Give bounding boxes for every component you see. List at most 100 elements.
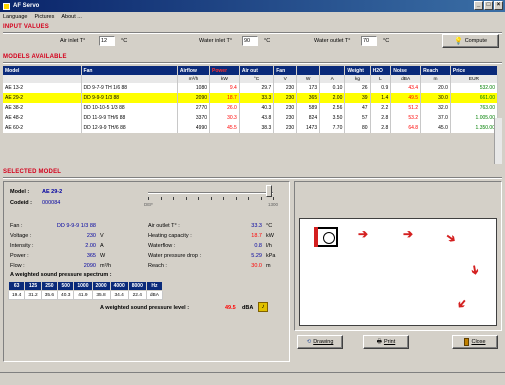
slider-tick (260, 197, 262, 200)
table-row[interactable]: AE 29-2 DD 9-9-9 1/3 88 2090 18.7 33.3 230 365… (3, 93, 499, 103)
col-header[interactable]: Price (450, 66, 499, 75)
field-value: 30.0 (251, 263, 262, 269)
field-label: Heating capacity : (148, 233, 192, 239)
table-cell: AE 60-2 (3, 123, 82, 133)
col-header[interactable]: Airflow (177, 66, 211, 75)
table-cell: 230 (273, 123, 298, 133)
slider-tick (173, 197, 174, 200)
slider-max-label: 1300 (268, 202, 279, 207)
table-row[interactable]: AE 48-2 DD 11-9-9 TH/6 88 3370 30.3 43.8 230 8… (3, 113, 499, 123)
air-inlet-label: Air inlet T° (60, 38, 86, 44)
table-cell: 2.2 (370, 103, 392, 113)
table-cell: 26.0 (209, 103, 240, 113)
table-cell: 230 (273, 83, 298, 93)
title-bar: AF Servo _ □ × (0, 0, 505, 12)
col-header[interactable]: Reach (420, 66, 451, 75)
field-unit: kPa (266, 253, 276, 259)
print-label: Print (383, 339, 396, 345)
reach-slider-thumb[interactable] (266, 185, 273, 197)
table-row[interactable]: AE 38-2 DD 10-10-5 1/3 88 2770 26.0 40.3 230 5… (3, 103, 499, 113)
table-cell: 1473 (296, 123, 321, 133)
divider (3, 32, 502, 34)
field-label: Flow : (10, 263, 25, 269)
speaker-icon[interactable]: ♪ (258, 302, 268, 312)
table-cell: 20.0 (420, 83, 451, 93)
col-header[interactable]: Power (209, 66, 240, 75)
menu-language[interactable]: Language (3, 14, 27, 20)
table-cell: DD 10-10-5 1/3 88 (81, 103, 178, 113)
close-label: Close (471, 339, 486, 345)
unit-cell: L (370, 75, 392, 83)
table-cell: 365 (296, 93, 321, 103)
close-window-button[interactable]: × (494, 1, 503, 10)
compute-button[interactable]: 💡 Compute (442, 34, 499, 48)
table-cell: 230 (273, 113, 298, 123)
slider-tick (223, 197, 224, 200)
table-cell: 43.4 (390, 83, 422, 93)
table-cell: 230 (273, 103, 298, 113)
airflow-arrow-icon: ➔ (467, 263, 483, 277)
table-row[interactable]: AE 13-2 DD 9-7-9 TH 1/6 88 1080 9.4 29.7 230 1… (3, 83, 499, 93)
minimize-button[interactable]: _ (474, 1, 483, 10)
col-header[interactable]: Fan (273, 66, 298, 75)
table-cell: 2.56 (319, 103, 346, 113)
water-inlet-label: Water inlet T° (199, 38, 233, 44)
col-header[interactable]: Model (3, 66, 82, 75)
air-inlet-input[interactable]: 12 (99, 36, 115, 46)
spectrum-value: 35.6 (40, 290, 59, 300)
airflow-arrow-icon: ➔ (442, 229, 460, 247)
table-cell: 532.00 (450, 83, 499, 93)
table-row[interactable]: AE 60-2 DD 12-9-9 TH/6 88 4990 45.5 38.3 230 1… (3, 123, 499, 133)
table-cell: DD 11-9-9 TH/6 88 (81, 113, 178, 123)
col-header[interactable]: Air out (239, 66, 275, 75)
field-value: 0.8 (254, 243, 262, 249)
divider (3, 177, 502, 179)
col-header[interactable]: Noise (390, 66, 422, 75)
table-cell: 32.0 (420, 103, 451, 113)
close-button[interactable]: Close (452, 335, 498, 349)
field-unit: kW (266, 233, 274, 239)
models-scrollbar[interactable] (494, 118, 502, 164)
maximize-button[interactable]: □ (484, 1, 493, 10)
drawing-button[interactable]: ⟲ Drawing (297, 335, 343, 349)
reach-slider-track[interactable] (148, 192, 273, 194)
table-cell: 18.7 (209, 93, 240, 103)
level-unit: dBA (242, 305, 254, 311)
table-cell: 26 (344, 83, 371, 93)
spectrum-value: 19.4 (7, 290, 26, 300)
window-title: AF Servo (13, 3, 40, 9)
door-icon (464, 338, 470, 346)
col-header[interactable]: Fan (81, 66, 178, 75)
col-header[interactable] (296, 66, 321, 75)
slider-tick (160, 197, 162, 200)
table-cell: 53.2 (390, 113, 422, 123)
menu-about[interactable]: About ... (61, 14, 82, 20)
slider-tick (148, 197, 149, 200)
col-header[interactable]: H2O (370, 66, 392, 75)
unit-cell: EUR (450, 75, 499, 83)
table-cell: 0.9 (370, 83, 392, 93)
spectrum-label: A weighted sound pressure spectrum : (10, 272, 112, 278)
code-value: 000084 (42, 200, 61, 206)
water-outlet-input[interactable]: 70 (361, 36, 377, 46)
col-header[interactable] (319, 66, 346, 75)
field-value: 33.3 (251, 223, 262, 229)
print-button[interactable]: 🖶 Print (363, 335, 409, 349)
water-outlet-label: Water outlet T° (314, 38, 351, 44)
selected-title: SELECTED MODEL (3, 169, 62, 175)
table-cell: 80 (344, 123, 371, 133)
table-cell: 3.50 (319, 113, 346, 123)
field-value: 365 (86, 253, 96, 259)
table-cell: 1.350.00 (450, 123, 499, 133)
table-cell: 51.2 (390, 103, 422, 113)
table-cell: 173 (296, 83, 321, 93)
menu-pictures[interactable]: Pictures (34, 14, 54, 20)
field-value: 18.7 (251, 233, 262, 239)
water-inlet-input[interactable]: 90 (242, 36, 258, 46)
airflow-arrow-icon: ➔ (358, 227, 369, 241)
table-cell: 2090 (177, 93, 211, 103)
level-label: A weighted sound pressure level : (100, 305, 190, 311)
field-label: Air outlet T° : (148, 223, 180, 229)
table-cell: 661.00 (450, 93, 499, 103)
col-header[interactable]: Weight (344, 66, 371, 75)
